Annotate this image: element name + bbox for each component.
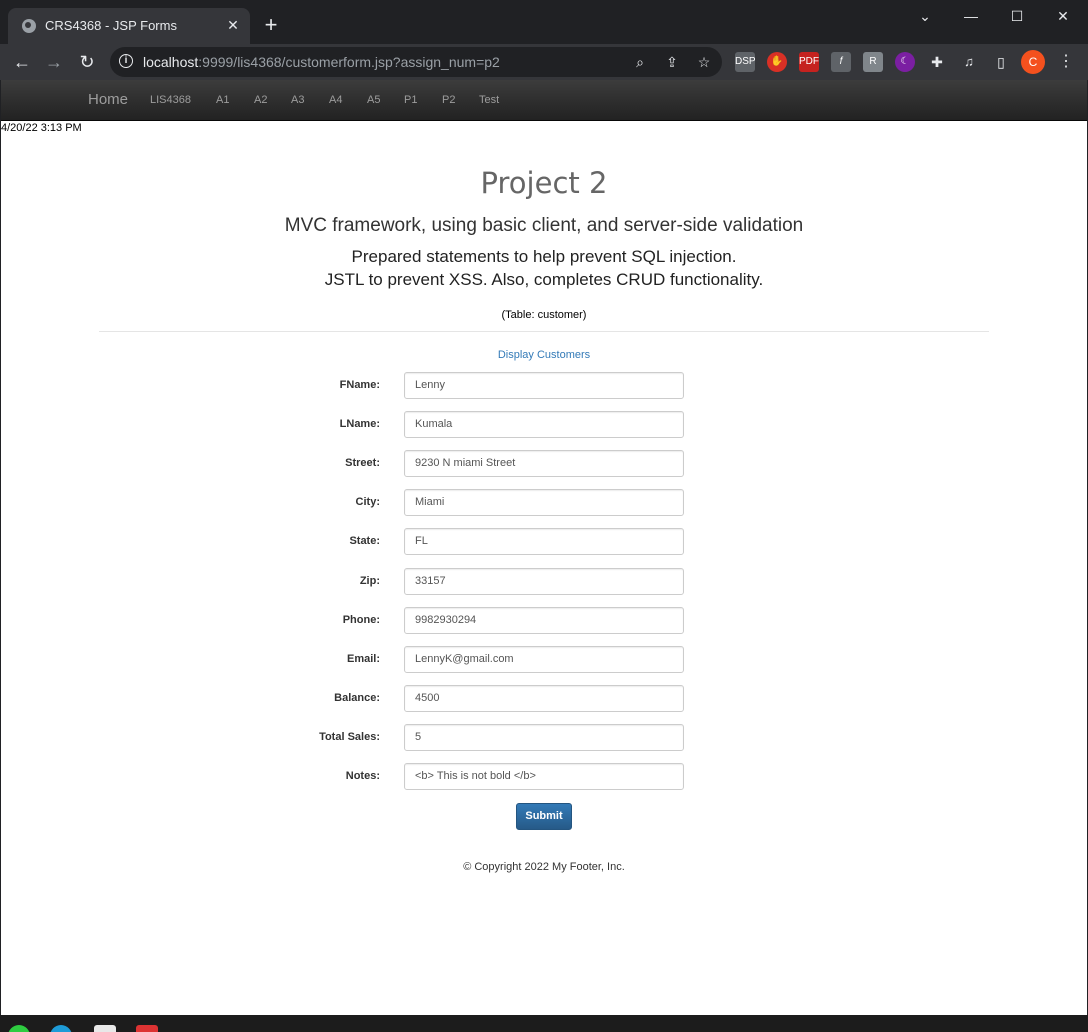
table-note: (Table: customer) xyxy=(501,309,587,321)
state-label: State: xyxy=(349,535,380,547)
adblock-extension-icon[interactable]: ✋ xyxy=(767,52,787,72)
tab-strip: CRS4368 - JSP Forms ✕ + ⌄ — ☐ ✕ xyxy=(0,0,1088,44)
fname-label: FName: xyxy=(339,379,380,391)
nav-link-a3[interactable]: A3 xyxy=(291,94,304,106)
street-input[interactable]: 9230 N miami Street xyxy=(404,450,684,477)
tab-close-icon[interactable]: ✕ xyxy=(222,14,244,36)
balance-input[interactable]: 4500 xyxy=(404,685,684,712)
fname-input[interactable]: Lenny xyxy=(404,372,684,399)
city-input[interactable]: Miami xyxy=(404,489,684,516)
pdf-extension-icon[interactable]: PDF xyxy=(799,52,819,72)
close-window-button[interactable]: ✕ xyxy=(1045,4,1081,28)
maximize-button[interactable]: ☐ xyxy=(999,4,1035,28)
form-row-city: City: Miami xyxy=(1,489,1087,517)
form-row-total-sales: Total Sales: 5 xyxy=(1,724,1087,752)
os-taskbar xyxy=(0,1015,1088,1032)
form-row-notes: Notes: <b> This is not bold </b> xyxy=(1,763,1087,791)
nav-link-p1[interactable]: P1 xyxy=(404,94,417,106)
taskbar-browser-icon[interactable] xyxy=(50,1025,72,1032)
new-tab-button[interactable]: + xyxy=(258,12,284,38)
divider xyxy=(99,331,989,332)
email-input[interactable]: LennyK@gmail.com xyxy=(404,646,684,673)
share-icon[interactable]: ⇪ xyxy=(662,52,682,72)
form-row-lname: LName: Kumala xyxy=(1,411,1087,439)
lname-input[interactable]: Kumala xyxy=(404,411,684,438)
form-row-phone: Phone: 9982930294 xyxy=(1,607,1087,635)
browser-tab[interactable]: CRS4368 - JSP Forms ✕ xyxy=(8,8,250,44)
nav-link-p2[interactable]: P2 xyxy=(442,94,455,106)
nav-link-lis4368[interactable]: LIS4368 xyxy=(150,94,191,106)
bookmark-star-icon[interactable]: ☆ xyxy=(694,52,714,72)
nav-link-a1[interactable]: A1 xyxy=(216,94,229,106)
zip-label: Zip: xyxy=(359,575,380,587)
taskbar-office-icon[interactable] xyxy=(136,1025,158,1032)
notes-label: Notes: xyxy=(345,770,380,782)
url-text[interactable]: localhost:9999/lis4368/customerform.jsp?… xyxy=(143,54,500,70)
globe-icon xyxy=(22,19,36,33)
page-viewport: Home LIS4368 A1 A2 A3 A4 A5 P1 P2 Test 4… xyxy=(1,80,1087,1015)
display-customers-link[interactable]: Display Customers xyxy=(1,349,1087,361)
taskbar-app-icon[interactable] xyxy=(8,1025,30,1032)
reload-button[interactable]: ↻ xyxy=(73,48,101,76)
formula-extension-icon[interactable]: f xyxy=(831,52,851,72)
site-navbar: Home LIS4368 A1 A2 A3 A4 A5 P1 P2 Test xyxy=(1,80,1087,121)
phone-input[interactable]: 9982930294 xyxy=(404,607,684,634)
media-control-icon[interactable]: ♫ xyxy=(959,52,979,72)
total-sales-input[interactable]: 5 xyxy=(404,724,684,751)
form-row-state: State: FL xyxy=(1,528,1087,556)
page-title: Project 2 xyxy=(480,166,608,200)
form-row-balance: Balance: 4500 xyxy=(1,685,1087,713)
extensions-puzzle-icon[interactable]: ✚ xyxy=(927,52,947,72)
back-button[interactable]: ← xyxy=(8,48,36,76)
phone-label: Phone: xyxy=(342,614,380,626)
r-extension-icon[interactable]: R xyxy=(863,52,883,72)
zip-input[interactable]: 33157 xyxy=(404,568,684,595)
nav-link-a2[interactable]: A2 xyxy=(254,94,267,106)
page-subtitle: MVC framework, using basic client, and s… xyxy=(284,215,804,236)
browser-menu-icon[interactable]: ⋮ xyxy=(1056,50,1076,74)
nav-link-test[interactable]: Test xyxy=(479,94,499,106)
balance-label: Balance: xyxy=(334,692,380,704)
lname-label: LName: xyxy=(339,418,380,430)
address-bar[interactable]: i localhost:9999/lis4368/customerform.js… xyxy=(110,47,722,77)
date-stamp: 4/20/22 3:13 PM xyxy=(1,122,82,134)
page-description-line-1: Prepared statements to help prevent SQL … xyxy=(351,247,737,266)
city-label: City: xyxy=(355,496,380,508)
form-row-email: Email: LennyK@gmail.com xyxy=(1,646,1087,674)
profile-avatar[interactable]: C xyxy=(1021,50,1045,74)
browser-toolbar: ← → ↻ i localhost:9999/lis4368/customerf… xyxy=(0,44,1088,80)
notes-input[interactable]: <b> This is not bold </b> xyxy=(404,763,684,790)
total-sales-label: Total Sales: xyxy=(319,731,380,743)
submit-button[interactable]: Submit xyxy=(516,803,572,830)
email-label: Email: xyxy=(346,653,380,665)
nav-link-a5[interactable]: A5 xyxy=(367,94,380,106)
taskbar-files-icon[interactable] xyxy=(94,1025,116,1032)
url-path: :9999/lis4368/customerform.jsp?assign_nu… xyxy=(198,54,500,70)
info-icon[interactable]: i xyxy=(119,54,133,68)
form-row-street: Street: 9230 N miami Street xyxy=(1,450,1087,478)
street-label: Street: xyxy=(345,457,380,469)
nav-home-link[interactable]: Home xyxy=(88,91,128,108)
side-panel-icon[interactable]: ▯ xyxy=(991,52,1011,72)
state-input[interactable]: FL xyxy=(404,528,684,555)
url-host: localhost xyxy=(143,54,199,70)
dsp-extension-icon[interactable]: DSP xyxy=(735,52,756,72)
page-description-line-2: JSTL to prevent XSS. Also, completes CRU… xyxy=(324,270,764,289)
form-row-fname: FName: Lenny xyxy=(1,372,1087,400)
browser-window: CRS4368 - JSP Forms ✕ + ⌄ — ☐ ✕ ← → ↻ i … xyxy=(0,0,1088,1032)
tab-search-icon[interactable]: ⌄ xyxy=(907,4,943,28)
tab-title: CRS4368 - JSP Forms xyxy=(45,18,177,33)
minimize-button[interactable]: — xyxy=(953,4,989,28)
nav-link-a4[interactable]: A4 xyxy=(329,94,342,106)
page-footer: © Copyright 2022 My Footer, Inc. xyxy=(463,861,625,873)
forward-button[interactable]: → xyxy=(40,48,68,76)
form-row-zip: Zip: 33157 xyxy=(1,568,1087,596)
dark-mode-extension-icon[interactable]: ☾ xyxy=(895,52,915,72)
zoom-icon[interactable]: ⌕ xyxy=(630,52,650,72)
